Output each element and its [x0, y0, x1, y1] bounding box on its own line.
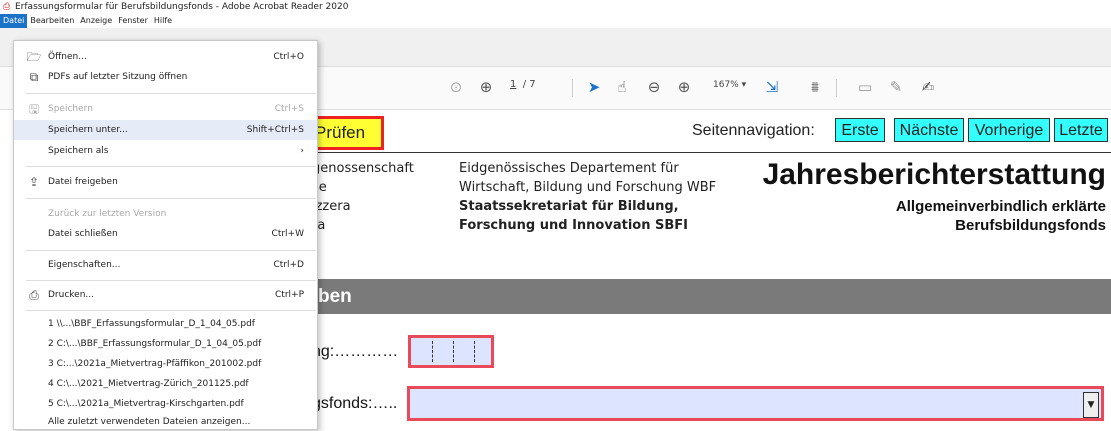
menu-item-revert[interactable]: Zurück zur letzten Version [14, 204, 317, 224]
sign-icon[interactable]: ✍ [916, 75, 940, 99]
secretariat-line-1: Staatssekretariat für Bildung, [459, 199, 679, 214]
zoom-out-icon[interactable]: ⊖ [644, 75, 664, 99]
report-title: Jahresberichterstattung [762, 158, 1106, 191]
comb-divider [474, 341, 475, 362]
department-line-1: Eidgenössisches Departement für [459, 161, 679, 176]
menu-anzeige[interactable]: Anzeige [77, 14, 115, 28]
field2-label: gsfonds:….. [312, 395, 398, 412]
nav-next-button[interactable]: Nächste [894, 118, 964, 142]
menu-separator [26, 166, 316, 167]
secretariat-line-2: Forschung und Innovation SBFI [459, 218, 688, 233]
recent-file-5[interactable]: 5 C:\...\2021a_Mietvertrag-Kirschgarten.… [48, 395, 244, 413]
digit-comb-field[interactable] [408, 335, 494, 368]
recent-file-2[interactable]: 2 C:\...\BBF_Erfassungsformular_D_1_04_0… [48, 335, 261, 353]
toolbar-separator [572, 79, 573, 97]
zoom-level: 167% [713, 80, 739, 90]
window-title: Erfassungsformular für Berufsbildungsfon… [15, 2, 349, 12]
confed-line-1: genossenschaft [312, 161, 414, 176]
scroll-mode-icon[interactable]: ⩩ [804, 75, 826, 99]
share-icon: ⇪ [28, 175, 40, 189]
section-heading: ben [318, 286, 352, 307]
menu-item-save-as[interactable]: Speichern unter... Shift+Ctrl+S [14, 120, 317, 140]
menu-separator [26, 280, 316, 281]
toolbar-separator [836, 79, 837, 97]
menu-separator [26, 250, 316, 251]
nav-first-button[interactable]: Erste [835, 118, 885, 142]
menu-datei[interactable]: Datei [0, 14, 28, 28]
folder-open-icon: 🗁 [26, 50, 42, 64]
menu-bar: Datei Bearbeiten Anzeige Fenster Hilfe [0, 14, 1111, 28]
page-total: / 7 [522, 79, 536, 90]
header-divider [310, 152, 1111, 153]
nav-last-button[interactable]: Letzte [1054, 118, 1108, 142]
menu-separator [26, 198, 316, 199]
fund-select[interactable]: ▼ [407, 386, 1104, 421]
submenu-arrow-icon: › [300, 146, 304, 156]
menu-separator [26, 310, 316, 311]
menu-item-print[interactable]: ⎙ Drucken... Ctrl+P [14, 285, 317, 305]
zoom-level-dropdown[interactable]: 167% ▾ [713, 80, 746, 90]
menu-item-save-as-other[interactable]: Speichern als › [14, 141, 317, 161]
fit-page-icon[interactable]: ⇲ [760, 75, 784, 99]
menu-item-open-last-session[interactable]: ⧉ PDFs auf letzter Sitzung öffnen [14, 67, 317, 87]
cursor-select-icon[interactable]: ➤ [584, 75, 604, 99]
menu-hilfe[interactable]: Hilfe [151, 14, 175, 28]
recent-file-4[interactable]: 4 C:\...\2021_Mietvertrag-Zürich_201125.… [48, 375, 249, 393]
report-subtitle-2: Berufsbildungsfonds [955, 217, 1106, 234]
menu-fenster[interactable]: Fenster [115, 14, 151, 28]
file-menu: 🗁 Öffnen... Ctrl+O ⧉ PDFs auf letzter Si… [13, 40, 318, 430]
save-icon: 🖫 [28, 102, 40, 116]
pdf-stack-icon: ⧉ [29, 70, 39, 84]
show-all-recent-files[interactable]: Alle zuletzt verwendeten Dateien anzeige… [48, 413, 250, 431]
nav-previous-button[interactable]: Vorherige [968, 118, 1050, 142]
report-subtitle-1: Allgemeinverbindlich erklärte [895, 198, 1106, 215]
comment-icon[interactable]: ▭ [855, 75, 875, 99]
zoom-in-icon[interactable]: ⊕ [674, 75, 694, 99]
menu-item-close[interactable]: Datei schließen Ctrl+W [14, 224, 317, 244]
comb-divider [453, 341, 454, 362]
check-button[interactable]: Prüfen [308, 116, 384, 150]
dropdown-arrow-icon[interactable]: ▼ [1083, 392, 1099, 418]
title-bar: ⎙ Erfassungsformular für Berufsbildungsf… [0, 0, 1111, 14]
field1-label: ng:………… [312, 343, 399, 360]
menu-item-save[interactable]: 🖫 Speichern Ctrl+S [14, 99, 317, 119]
comb-divider [432, 341, 433, 362]
page-navigation-label: Seitennavigation: [692, 122, 815, 139]
page-current[interactable]: 1 [510, 79, 516, 90]
acrobat-icon: ⎙ [3, 2, 11, 12]
menu-item-share[interactable]: ⇪ Datei freigeben [14, 172, 317, 192]
recent-file-3[interactable]: 3 C:...\2021a_Mietvertrag-Pfäffikon_2010… [48, 355, 261, 373]
menu-bearbeiten[interactable]: Bearbeiten [27, 14, 77, 28]
menu-separator [26, 93, 316, 94]
section-header: ben [310, 279, 1111, 314]
next-page-icon[interactable]: ⊕ [476, 75, 496, 99]
printer-icon: ⎙ [29, 288, 39, 302]
menu-item-open[interactable]: 🗁 Öffnen... Ctrl+O [14, 47, 317, 67]
recent-file-1[interactable]: 1 \\...\BBF_Erfassungsformular_D_1_04_05… [48, 315, 255, 333]
menu-item-properties[interactable]: Eigenschaften... Ctrl+D [14, 255, 317, 275]
department-line-2: Wirtschaft, Bildung und Forschung WBF [459, 180, 717, 195]
hand-tool-icon[interactable]: ☝ [612, 75, 632, 99]
pen-icon[interactable]: ✎ [886, 75, 906, 99]
page-indicator[interactable]: 1 / 7 [510, 79, 536, 90]
prev-page-icon[interactable]: ⊙ [446, 75, 466, 99]
